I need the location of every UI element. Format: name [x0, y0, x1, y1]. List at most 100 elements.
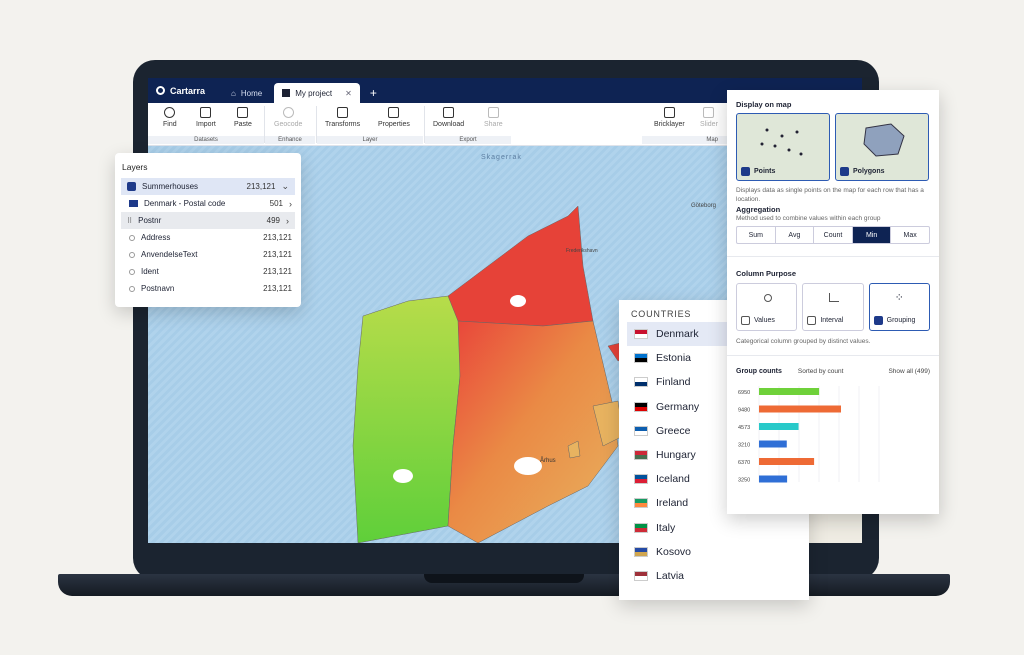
- checkbox-icon[interactable]: [807, 316, 817, 325]
- group-label: Layer: [317, 136, 423, 144]
- logo-icon: [156, 86, 165, 95]
- points-option[interactable]: Points: [736, 113, 830, 181]
- checkbox-icon[interactable]: [840, 167, 849, 176]
- unlabelled-area: [514, 457, 542, 475]
- country-item[interactable]: Latvia: [619, 564, 809, 588]
- checkbox-icon[interactable]: [741, 316, 750, 325]
- slider-button[interactable]: Slider: [700, 107, 718, 128]
- tab-label: Home: [240, 88, 263, 98]
- properties-panel: Display on map Points Polygons Displays …: [727, 90, 939, 514]
- bar[interactable]: [759, 458, 815, 465]
- points-preview: [760, 128, 803, 156]
- jutland-west: [352, 295, 464, 543]
- column-name: Postnavn: [141, 284, 175, 293]
- bar-label: 3210: [738, 443, 750, 449]
- aggregation-option[interactable]: Max: [891, 227, 929, 243]
- layer-count: 501: [269, 199, 283, 208]
- bar[interactable]: [759, 440, 787, 448]
- column-row[interactable]: Address 213,121: [115, 229, 301, 246]
- country-name: Finland: [656, 376, 691, 389]
- points-label: Points: [741, 167, 775, 176]
- download-icon: [443, 107, 455, 118]
- layer-group-row[interactable]: Summerhouses 213,121 ⌄: [121, 178, 295, 195]
- slider-label: Slider: [700, 121, 718, 128]
- jutland-east: [447, 320, 619, 543]
- column-row[interactable]: Postnavn 213,121: [115, 280, 301, 297]
- checkbox-icon[interactable]: [127, 182, 136, 191]
- tab-home[interactable]: ⌂ Home: [223, 83, 270, 103]
- properties-button[interactable]: Properties: [378, 107, 410, 128]
- unlabelled-area: [393, 469, 413, 483]
- country-item[interactable]: Kosovo: [619, 540, 809, 564]
- checkbox-icon[interactable]: [873, 316, 883, 325]
- column-name: Address: [141, 233, 171, 242]
- clipboard-icon: [237, 107, 249, 118]
- bricklayer-label: Bricklayer: [654, 121, 685, 128]
- transform-icon: [337, 107, 349, 118]
- display-options: Points Polygons: [727, 113, 939, 181]
- layer-row[interactable]: ⠿ Postnr 499 ›: [121, 212, 295, 229]
- bar[interactable]: [759, 423, 799, 430]
- tab-label: My project: [295, 88, 333, 98]
- section-title: Group counts: [736, 368, 782, 375]
- flag-icon: [634, 570, 648, 581]
- aggregation-option[interactable]: Sum: [737, 227, 776, 243]
- bar[interactable]: [759, 388, 820, 395]
- checkbox-icon[interactable]: [741, 167, 750, 176]
- paste-label: Paste: [234, 121, 252, 128]
- polygon-layer-icon: [129, 200, 138, 207]
- column-row[interactable]: AnvendelseText 213,121: [115, 246, 301, 263]
- column-row[interactable]: Ident 213,121: [115, 263, 301, 280]
- map-label-aarhus: Århus: [540, 458, 556, 464]
- polygons-label: Polygons: [840, 167, 885, 176]
- transforms-button[interactable]: Transforms: [325, 107, 360, 128]
- group-counts-chart: 6950 9480 4573 3210 6370 3250: [738, 386, 880, 484]
- radio-icon[interactable]: [129, 251, 135, 258]
- close-icon[interactable]: ✕: [345, 89, 352, 98]
- option-label: Polygons: [853, 168, 885, 175]
- paste-button[interactable]: Paste: [234, 107, 252, 128]
- radio-icon[interactable]: [129, 234, 135, 241]
- interval-option[interactable]: Interval: [802, 283, 864, 331]
- transforms-label: Transforms: [325, 121, 361, 128]
- jutland-north: [447, 205, 594, 327]
- aggregation-option[interactable]: Min: [852, 227, 892, 243]
- layer-row[interactable]: Denmark - Postal code 501 ›: [115, 195, 301, 212]
- bar-label: 3250: [738, 478, 750, 484]
- grouping-option[interactable]: ⁘ Grouping: [868, 283, 930, 331]
- layers-panel: Layers Summerhouses 213,121 ⌄ Denmark - …: [115, 153, 301, 307]
- radio-icon[interactable]: [129, 285, 135, 292]
- bricklayer-button[interactable]: Bricklayer: [654, 107, 685, 128]
- brand-name: Cartarra: [170, 85, 206, 96]
- share-button[interactable]: Share: [484, 107, 503, 128]
- section-title: Display on map: [736, 100, 792, 109]
- radio-icon[interactable]: [129, 268, 135, 275]
- aggregation-description: Method used to combine values within eac…: [736, 215, 881, 222]
- polygons-option[interactable]: Polygons: [835, 113, 929, 181]
- map-label-skagerrak: Skagerrak: [481, 154, 522, 161]
- country-name: Estonia: [656, 352, 692, 365]
- grouping-label: Grouping: [873, 316, 916, 325]
- find-button[interactable]: Find: [163, 107, 177, 128]
- country-item[interactable]: Italy: [619, 516, 809, 540]
- tab-my-project[interactable]: My project ✕: [274, 83, 360, 103]
- option-label: Interval: [820, 317, 844, 324]
- chevron-right-icon[interactable]: ›: [286, 216, 289, 226]
- values-option[interactable]: Values: [736, 283, 798, 331]
- aggregation-option[interactable]: Avg: [776, 227, 815, 243]
- option-label: Grouping: [886, 317, 916, 324]
- import-button[interactable]: Import: [196, 107, 216, 128]
- show-all-link[interactable]: Show all (499): [888, 368, 930, 382]
- bar[interactable]: [759, 405, 841, 413]
- sort-selector[interactable]: Sorted by count: [798, 368, 844, 382]
- country-name: Hungary: [656, 449, 696, 462]
- chevron-down-icon[interactable]: ⌄: [281, 181, 289, 192]
- cube-icon: [282, 89, 291, 97]
- bar[interactable]: [759, 475, 788, 483]
- aggregation-option[interactable]: Count: [814, 227, 853, 243]
- download-button[interactable]: Download: [433, 107, 464, 128]
- chevron-right-icon[interactable]: ›: [289, 199, 292, 209]
- flag-icon: [634, 546, 648, 557]
- add-tab-button[interactable]: +: [364, 83, 383, 103]
- geocode-button[interactable]: Geocode: [274, 107, 302, 128]
